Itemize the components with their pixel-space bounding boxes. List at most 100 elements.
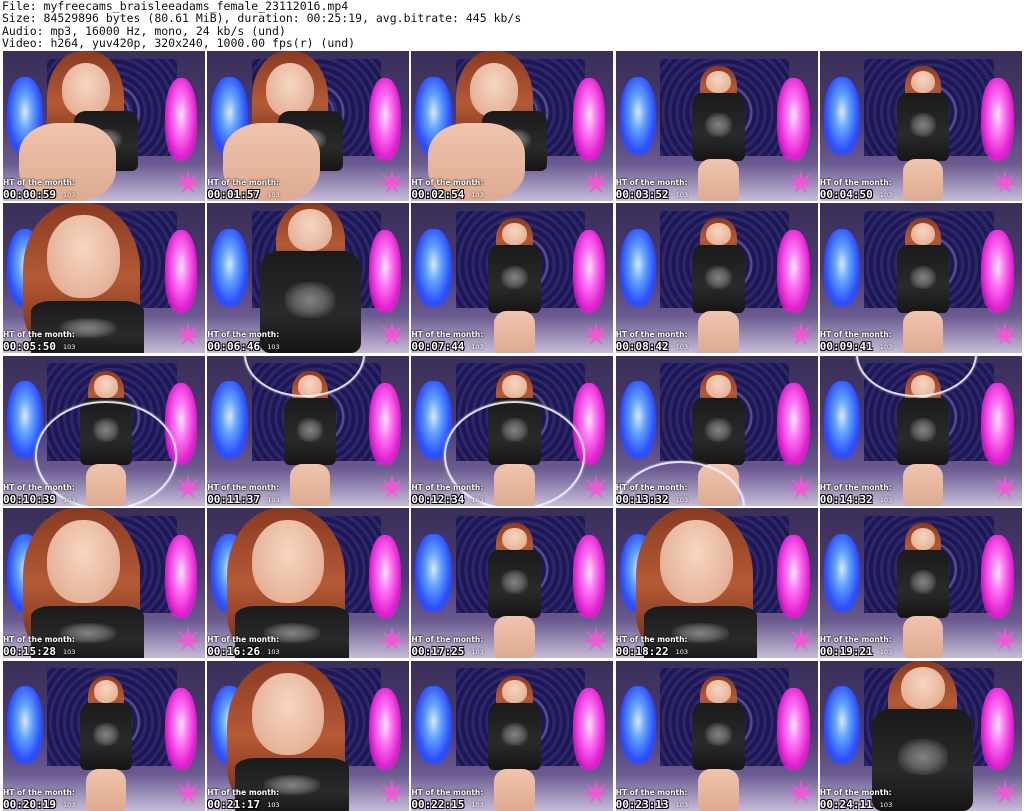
video-thumbnail: HT of the month: 103 00:13:32 [615,355,818,506]
overlay-number: 103 [879,800,893,809]
overlay-number: 103 [63,800,76,809]
thumbnail-timestamp: 00:19:21 [819,645,873,659]
thumbnail-timestamp: 00:05:50 [3,340,56,354]
watermark-leaf-icon [990,472,1020,500]
watermark-leaf-icon [173,624,203,652]
watermark-leaf-icon [377,472,407,500]
overlay-label: HT of the month: [3,178,75,187]
overlay-label: HT of the month: [207,330,280,340]
overlay-label: HT of the month: [207,178,280,187]
overlay-label: HT of the month: [615,482,688,492]
watermark-leaf-icon [786,624,816,652]
overlay-label: HT of the month: [615,330,688,340]
overlay-number: 103 [879,495,893,504]
video-thumbnail: HT of the month: 103 00:18:22 [615,508,818,659]
overlay-number: 103 [267,191,280,199]
watermark-leaf-icon [173,777,203,805]
thumbnail-timestamp: 00:04:50 [819,188,873,201]
thumbnail-grid: HT of the month: 103 00:00:59 HT of the mon… [3,51,1022,811]
overlay-label: HT of the month: [3,330,75,340]
watermark-leaf-icon [377,319,407,347]
overlay-number: 103 [879,648,893,657]
watermark-leaf-icon [786,472,816,500]
watermark-leaf-icon [786,777,816,805]
thumbnail-timestamp: 00:08:42 [615,340,669,354]
thumbnail-timestamp: 00:13:32 [615,492,669,506]
overlay-label: HT of the month: [615,787,688,797]
video-thumbnail: HT of the month: 103 00:04:50 [819,51,1022,201]
thumbnail-timestamp: 00:09:41 [819,340,873,354]
watermark-leaf-icon [581,167,611,195]
overlay-label: HT of the month: [3,635,75,645]
video-thumbnail: HT of the month: 103 00:15:28 [3,508,205,659]
video-thumbnail: HT of the month: 103 00:06:46 [207,203,410,354]
video-info-line: Video: h264, yuv420p, 320x240, 1000.00 f… [2,35,356,50]
video-thumbnail: HT of the month: 103 00:14:32 [819,355,1022,506]
video-thumbnail: HT of the month: 103 00:08:42 [615,203,818,354]
overlay-number: 103 [675,191,689,199]
video-thumbnail: HT of the month: 103 00:09:41 [819,203,1022,354]
overlay-number: 103 [675,343,689,352]
watermark-leaf-icon [581,624,611,652]
thumbnail-timestamp: 00:17:25 [411,645,465,659]
watermark-leaf-icon [173,167,203,195]
thumbnail-timestamp: 00:12:34 [411,492,465,506]
watermark-leaf-icon [990,777,1020,805]
overlay-label: HT of the month: [207,482,280,492]
thumbnail-timestamp: 00:20:19 [3,797,56,811]
overlay-label: HT of the month: [819,482,892,492]
video-thumbnail: HT of the month: 103 00:12:34 [411,355,614,506]
overlay-number: 103 [471,495,484,504]
thumbnail-timestamp: 00:23:13 [615,797,669,811]
overlay-label: HT of the month: [411,178,484,187]
watermark-leaf-icon [173,319,203,347]
overlay-number: 103 [267,343,280,352]
video-thumbnail: HT of the month: 103 00:23:13 [615,660,818,811]
overlay-number: 103 [675,800,689,809]
video-thumbnail: HT of the month: 103 00:17:25 [411,508,614,659]
overlay-number: 103 [675,648,689,657]
overlay-label: HT of the month: [819,635,892,645]
thumbnail-timestamp: 00:03:52 [615,188,669,201]
video-thumbnail: HT of the month: 103 00:16:26 [207,508,410,659]
video-thumbnail: HT of the month: 103 00:10:39 [3,355,205,506]
overlay-label: HT of the month: [3,787,75,797]
overlay-label: HT of the month: [411,482,484,492]
overlay-label: HT of the month: [207,635,280,645]
watermark-leaf-icon [786,319,816,347]
video-thumbnail: HT of the month: 103 00:24:11 [819,660,1022,811]
overlay-number: 103 [63,191,76,199]
overlay-number: 103 [471,343,484,352]
thumbnail-timestamp: 00:07:44 [411,340,465,354]
thumbnail-timestamp: 00:22:15 [411,797,465,811]
thumbnail-timestamp: 00:06:46 [207,340,261,354]
overlay-label: HT of the month: [819,787,892,797]
watermark-leaf-icon [990,624,1020,652]
overlay-number: 103 [267,800,280,809]
overlay-number: 103 [471,648,484,657]
video-thumbnail: HT of the month: 103 00:11:37 [207,355,410,506]
watermark-leaf-icon [173,472,203,500]
overlay-label: HT of the month: [819,178,892,187]
thumbnail-timestamp: 00:10:39 [3,492,56,506]
watermark-leaf-icon [377,167,407,195]
overlay-number: 103 [675,495,689,504]
thumbnail-timestamp: 00:01:57 [207,188,261,201]
overlay-label: HT of the month: [3,482,75,492]
thumbnail-timestamp: 00:24:11 [819,797,873,811]
video-thumbnail: HT of the month: 103 00:05:50 [3,203,205,354]
overlay-number: 103 [471,800,484,809]
watermark-leaf-icon [377,777,407,805]
video-thumbnail: HT of the month: 103 00:01:57 [207,51,410,201]
video-thumbnail: HT of the month: 103 00:02:54 [411,51,614,201]
video-thumbnail: HT of the month: 103 00:20:19 [3,660,205,811]
thumbnail-timestamp: 00:00:59 [3,188,56,201]
thumbnail-timestamp: 00:14:32 [819,492,873,506]
overlay-label: HT of the month: [207,787,280,797]
watermark-leaf-icon [990,319,1020,347]
watermark-leaf-icon [786,167,816,195]
overlay-number: 103 [63,343,76,352]
overlay-label: HT of the month: [819,330,892,340]
overlay-number: 103 [879,191,893,199]
thumbnail-timestamp: 00:16:26 [207,645,261,659]
